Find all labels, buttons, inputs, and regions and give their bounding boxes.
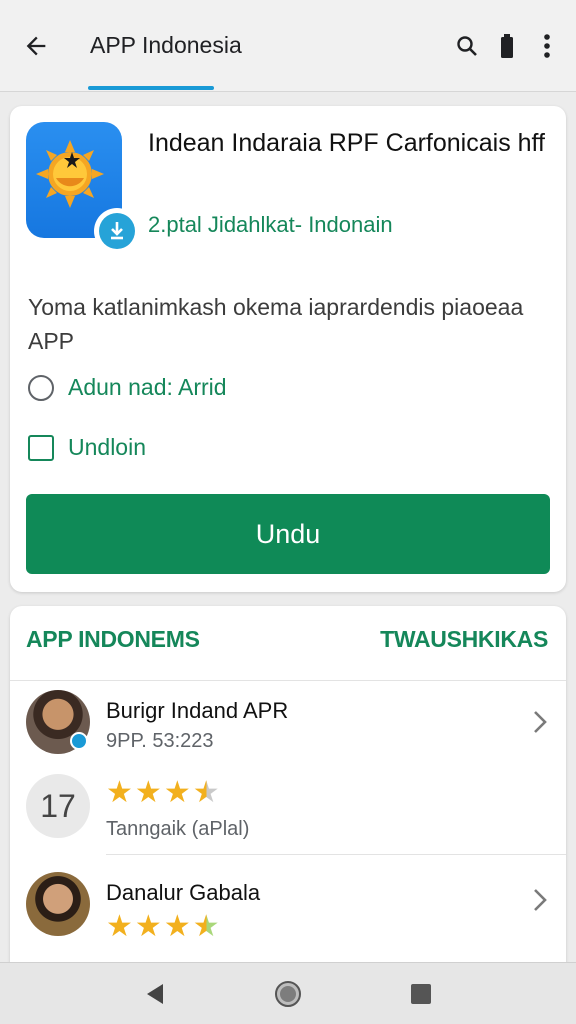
app-detail-card: Indean Indaraia RPF Carfonicais hff 2.pt… [10,106,566,592]
developer-link[interactable]: 2.ptal Jidahlkat- Indonain [148,212,393,238]
avatar [26,872,90,936]
tab-indicator [88,86,214,90]
star-rating: ★ ★ ★ ★ [106,912,220,942]
search-icon[interactable] [454,30,480,62]
half-star-icon: ★ [192,910,220,943]
section-title: APP INDONEMS [26,626,200,652]
system-nav-bar [0,962,576,1024]
related-apps-card: APP INDONEMS TWAUSHKIKAS Burigr Indand A… [10,606,566,966]
half-star-icon: ★ [192,776,220,809]
star-icon: ★ [163,776,191,809]
chevron-right-icon [534,711,547,733]
more-vert-icon[interactable] [534,30,560,62]
back-triangle-icon[interactable] [138,977,172,1011]
arrow-back-icon[interactable] [18,28,54,64]
list-item-title: Danalur Gabala [106,880,261,905]
app-name: Indean Indaraia RPF Carfonicais hff [148,129,545,157]
install-badge-icon [94,208,140,254]
list-item-subtitle: 9PP. 53:223 [106,730,214,752]
battery-icon [494,30,520,62]
radio-button[interactable] [28,374,54,401]
star-icon: ★ [134,776,162,809]
app-description: Yoma katlanimkash okema iaprardendis pia… [28,294,524,354]
section-action-link[interactable]: TWAUSHKIKAS [380,626,548,653]
home-circle-icon[interactable] [271,977,305,1011]
checkbox-option-label: Undloin [68,434,146,460]
list-item[interactable]: Burigr Indand APR 9PP. 53:223 [10,680,566,768]
star-icon: ★ [106,776,133,809]
rank-badge: 17 [26,774,90,838]
install-button-label: Undu [255,518,321,549]
list-item[interactable]: 17 ★ ★ ★ ★ Tanngaik (aPlal) [10,768,566,854]
recents-square-icon[interactable] [404,977,438,1011]
install-button[interactable]: Undu [26,494,550,574]
rank-number: 17 [40,787,76,824]
star-icon: ★ [106,910,133,943]
list-item-title: Burigr Indand APR [106,698,289,723]
verified-badge-icon [70,732,88,750]
sun-app-icon[interactable] [26,122,140,254]
list-item[interactable]: Danalur Gabala ★ ★ ★ ★ [10,856,566,952]
chevron-right-icon [534,889,547,911]
top-app-bar: APP Indonesia [0,0,576,92]
checkbox-option[interactable]: Undloin [28,434,146,461]
star-icon: ★ [134,910,162,943]
radio-option-label: Adun nad: Arrid [68,374,227,400]
checkbox[interactable] [28,434,54,461]
list-item-subtitle: Tanngaik (aPlal) [106,818,250,840]
radio-option[interactable]: Adun nad: Arrid [28,374,227,401]
divider [106,854,566,855]
star-rating: ★ ★ ★ ★ [106,778,220,808]
page-title: APP Indonesia [90,32,242,58]
star-icon: ★ [163,910,191,943]
